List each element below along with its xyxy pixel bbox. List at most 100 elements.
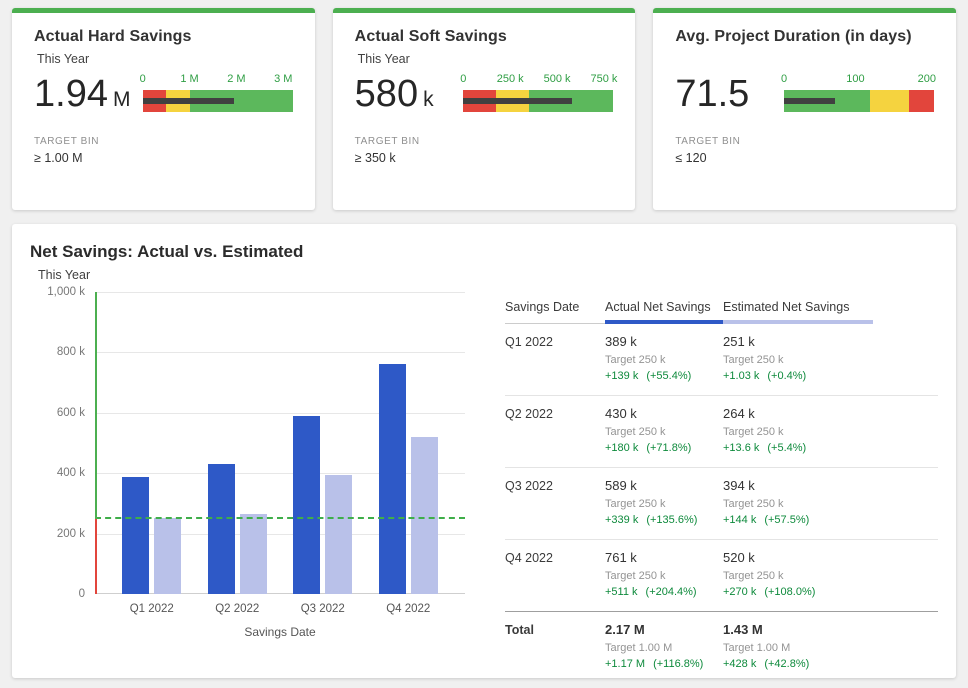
actual-cell: 589 k Target 250 k +339 k(+135.6%)	[605, 478, 723, 526]
plot-area	[95, 292, 465, 594]
bullet-chart: 0 250 k 500 k 750 k	[463, 73, 613, 112]
variance-abs: +270 k	[723, 586, 756, 598]
bullet-range-warn	[870, 90, 909, 112]
cell-value: 430 k	[605, 406, 723, 421]
bullet-tick-label: 0	[781, 73, 787, 85]
target-bin-label: TARGET BIN	[675, 136, 934, 147]
cell-variance: +428 k (+42.8%)	[723, 658, 873, 670]
y-tick-label: 400 k	[57, 467, 85, 479]
bullet-band	[463, 90, 613, 112]
col-header-savings-date: Savings Date	[505, 300, 605, 324]
cell-value: 589 k	[605, 478, 723, 493]
y-axis-labels: 1,000 k 800 k 600 k 400 k 200 k 0	[30, 292, 95, 594]
actual-bar-q1[interactable]	[122, 477, 149, 594]
main-chart-subtitle: This Year	[38, 268, 938, 282]
target-dashed-line	[95, 517, 465, 519]
bar-group-q1	[122, 292, 181, 594]
bullet-axis: 0 250 k 500 k 750 k	[463, 73, 613, 88]
cell-variance: +339 k(+135.6%)	[605, 514, 723, 526]
variance-pct: (+55.4%)	[646, 370, 691, 382]
cell-target: Target 1.00 M	[605, 642, 723, 654]
table-row-q3: Q3 2022 589 k Target 250 k +339 k(+135.6…	[505, 468, 938, 540]
bullet-tick-label: 0	[460, 73, 466, 85]
table-row-total: Total 2.17 M Target 1.00 M +1.17 M (+116.…	[505, 611, 938, 678]
cell-target: Target 1.00 M	[723, 642, 873, 654]
bullet-chart: 0 100 200	[784, 73, 934, 112]
variance-pct: (+108.0%)	[764, 586, 815, 598]
bullet-axis: 0 100 200	[784, 73, 934, 88]
variance-pct: (+42.8%)	[764, 658, 809, 670]
kpi-value: 71.5	[675, 73, 754, 116]
bullet-tick-label: 250 k	[497, 73, 524, 85]
target-bin-label: TARGET BIN	[355, 136, 614, 147]
bullet-chart: 0 1 M 2 M 3 M	[143, 73, 293, 112]
cell-variance: +180 k (+71.8%)	[605, 442, 723, 454]
target-bin-value: ≥ 350 k	[355, 151, 614, 165]
cell-variance: +270 k (+108.0%)	[723, 586, 873, 598]
variance-abs: +428 k	[723, 658, 756, 670]
cell-value: 2.17 M	[605, 622, 723, 637]
x-axis-labels: Q1 2022 Q2 2022 Q3 2022 Q4 2022	[95, 603, 465, 615]
bullet-tick-label: 100	[846, 73, 864, 85]
estimated-bar-q2[interactable]	[240, 514, 267, 594]
x-tick-label: Q4 2022	[386, 603, 430, 615]
variance-pct: (+0.4%)	[767, 370, 806, 382]
variance-abs: +144 k	[723, 514, 756, 526]
actual-bar-q3[interactable]	[293, 416, 320, 594]
kpi-value-number: 580	[355, 73, 418, 115]
bullet-axis: 0 1 M 2 M 3 M	[143, 73, 293, 88]
y-tick-label: 0	[79, 588, 85, 600]
variance-pct: (+116.8%)	[653, 658, 703, 670]
estimated-bar-q1[interactable]	[154, 518, 181, 594]
cell-value: 389 k	[605, 334, 723, 349]
row-label: Q4 2022	[505, 550, 605, 598]
row-label: Q2 2022	[505, 406, 605, 454]
bullet-measure-bar	[784, 98, 835, 104]
kpi-card-soft-savings[interactable]: Actual Soft Savings This Year 580k 0 250…	[333, 8, 636, 210]
kpi-title: Actual Hard Savings	[34, 28, 293, 46]
actual-cell: 2.17 M Target 1.00 M +1.17 M (+116.8%)	[605, 622, 723, 670]
x-tick-label: Q3 2022	[301, 603, 345, 615]
variance-abs: +1.17 M	[605, 658, 645, 670]
net-savings-card: Net Savings: Actual vs. Estimated This Y…	[12, 224, 956, 678]
table-row-q2: Q2 2022 430 k Target 250 k +180 k (+71.8%…	[505, 396, 938, 468]
cell-variance: +139 k (+55.4%)	[605, 370, 723, 382]
row-label: Total	[505, 622, 605, 670]
table-header-row: Savings Date Actual Net Savings Estimate…	[505, 300, 938, 324]
variance-pct: (+71.8%)	[646, 442, 691, 454]
variance-abs: +1.03 k	[723, 370, 759, 382]
y-tick-label: 1,000 k	[47, 286, 85, 298]
actual-cell: 389 k Target 250 k +139 k (+55.4%)	[605, 334, 723, 382]
cell-target: Target 250 k	[723, 570, 873, 582]
kpi-value: 1.94M	[34, 73, 130, 116]
variance-abs: +180 k	[605, 442, 638, 454]
actual-bar-q4[interactable]	[379, 364, 406, 594]
cell-target: Target 250 k	[605, 498, 723, 510]
cell-variance: +1.17 M (+116.8%)	[605, 658, 723, 670]
col-header-actual-net-savings: Actual Net Savings	[605, 300, 723, 324]
bar-chart: 1,000 k 800 k 600 k 400 k 200 k 0	[30, 292, 465, 678]
cell-value: 761 k	[605, 550, 723, 565]
y-tick-label: 200 k	[57, 528, 85, 540]
cell-target: Target 250 k	[605, 426, 723, 438]
x-tick-label: Q2 2022	[215, 603, 259, 615]
bullet-band	[143, 90, 293, 112]
estimated-cell: 394 k Target 250 k +144 k(+57.5%)	[723, 478, 873, 526]
estimated-cell: 520 k Target 250 k +270 k(+108.0%)	[723, 550, 873, 598]
kpi-value-unit: M	[113, 88, 131, 111]
estimated-cell: 251 k Target 250 k +1.03 k(+0.4%)	[723, 334, 873, 382]
kpi-card-body: Actual Hard Savings This Year 1.94M 0 1 …	[12, 13, 315, 165]
estimated-cell: 1.43 M Target 1.00 M +428 k(+42.8%)	[723, 622, 873, 670]
kpi-card-project-duration[interactable]: Avg. Project Duration (in days) 71.5 0 1…	[653, 8, 956, 210]
cell-target: Target 250 k	[605, 570, 723, 582]
kpi-card-body: Avg. Project Duration (in days) 71.5 0 1…	[653, 13, 956, 165]
estimated-bar-q4[interactable]	[411, 437, 438, 594]
actual-bar-q2[interactable]	[208, 464, 235, 594]
target-bin-label: TARGET BIN	[34, 136, 293, 147]
cell-target: Target 250 k	[605, 354, 723, 366]
estimated-bar-q3[interactable]	[325, 475, 352, 594]
kpi-card-hard-savings[interactable]: Actual Hard Savings This Year 1.94M 0 1 …	[12, 8, 315, 210]
x-axis-title: Savings Date	[95, 625, 465, 639]
variance-abs: +139 k	[605, 370, 638, 382]
cell-target: Target 250 k	[723, 426, 873, 438]
